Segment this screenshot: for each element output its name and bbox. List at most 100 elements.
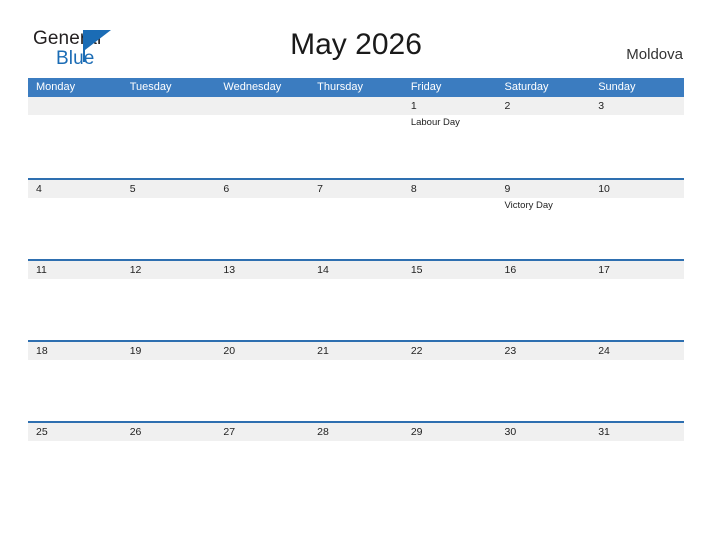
calendar-day-cell[interactable]: 23 [496,342,591,421]
calendar-day-cell[interactable]: 6 [215,180,310,259]
day-number: 4 [36,183,42,195]
day-number-band [28,97,122,115]
day-number: 23 [504,345,517,357]
weekday-header-thursday: Thursday [317,81,363,93]
day-number-band [215,180,310,198]
day-number: 24 [598,345,610,357]
calendar-day-cell-empty [309,97,403,176]
calendar-week-row: 25 26 27 28 29 30 31 [28,421,684,502]
day-number: 29 [410,426,423,438]
weekday-header-tuesday: Tuesday [129,81,172,93]
day-number: 31 [598,426,610,438]
calendar-day-cell[interactable]: 3 [590,97,684,176]
calendar-day-cell[interactable]: 21 [309,342,403,421]
day-number-band [402,97,497,115]
calendar-week-row: 4 5 6 7 8 9 Victory Day 10 [28,178,684,259]
day-number: 22 [410,345,423,357]
holiday-event-label: Labour Day [410,117,460,128]
day-number: 17 [598,264,610,276]
day-number-band [121,97,216,115]
calendar-week-cells: 18 19 20 21 22 23 24 [28,342,684,421]
day-number: 30 [504,426,517,438]
weekday-header-row: Monday Tuesday Wednesday Thursday Friday… [28,78,684,97]
calendar-week-cells: 25 26 27 28 29 30 31 [28,423,684,502]
calendar-day-cell[interactable]: 27 [215,423,310,502]
calendar-grid: Monday Tuesday Wednesday Thursday Friday… [28,78,684,502]
calendar-day-cell-empty [121,97,216,176]
calendar-day-cell[interactable]: 16 [496,261,591,340]
weekday-header-monday: Monday [36,81,76,93]
calendar-day-cell[interactable]: 12 [121,261,216,340]
day-number: 1 [410,100,417,112]
calendar-day-cell[interactable]: 10 [590,180,684,259]
day-number: 9 [504,183,511,195]
calendar-weeks: 1 Labour Day 2 3 4 5 6 7 8 9 Victory Day 10 11 12 13 14… [28,97,684,502]
calendar-week-cells: 1 Labour Day 2 3 [28,97,684,176]
calendar-day-cell[interactable]: 5 [121,180,216,259]
day-number-band [496,97,591,115]
day-number: 8 [410,183,417,195]
calendar-week-row: 1 Labour Day 2 3 [28,97,684,178]
day-number-band [309,180,403,198]
day-number: 12 [129,264,142,276]
calendar-week-row: 11 12 13 14 15 16 17 [28,259,684,340]
day-number: 6 [223,183,230,195]
calendar-page: General Blue May 2026 Moldova Monday Tue… [0,0,712,550]
calendar-day-cell[interactable]: 14 [309,261,403,340]
calendar-day-cell[interactable]: 25 [28,423,122,502]
day-number-band [121,180,216,198]
calendar-day-cell-empty [28,97,122,176]
day-number-band [590,97,684,115]
day-number: 14 [317,264,329,276]
calendar-day-cell[interactable]: 11 [28,261,122,340]
calendar-day-cell[interactable]: 15 [402,261,497,340]
calendar-day-cell[interactable]: 29 [402,423,497,502]
holiday-event-label: Victory Day [504,200,553,211]
weekday-header-wednesday: Wednesday [223,81,282,93]
day-number: 18 [36,345,48,357]
calendar-day-cell[interactable]: 28 [309,423,403,502]
weekday-header-friday: Friday [410,81,442,93]
calendar-week-cells: 11 12 13 14 15 16 17 [28,261,684,340]
day-number: 5 [129,183,136,195]
calendar-day-cell[interactable]: 13 [215,261,310,340]
day-number-band [402,180,497,198]
calendar-day-cell[interactable]: 9 Victory Day [496,180,591,259]
calendar-day-cell[interactable]: 20 [215,342,310,421]
weekday-header-sunday: Sunday [598,81,636,93]
calendar-day-cell[interactable]: 18 [28,342,122,421]
calendar-day-cell[interactable]: 30 [496,423,591,502]
calendar-week-row: 18 19 20 21 22 23 24 [28,340,684,421]
calendar-week-cells: 4 5 6 7 8 9 Victory Day 10 [28,180,684,259]
day-number: 26 [129,426,142,438]
day-number: 16 [504,264,517,276]
day-number: 11 [36,264,47,276]
day-number-band [496,180,591,198]
calendar-day-cell[interactable]: 22 [402,342,497,421]
calendar-day-cell[interactable]: 24 [590,342,684,421]
calendar-day-cell[interactable]: 1 Labour Day [402,97,497,176]
calendar-day-cell[interactable]: 19 [121,342,216,421]
day-events: Victory Day [505,199,588,212]
day-number: 20 [223,345,236,357]
calendar-day-cell[interactable]: 8 [402,180,497,259]
weekday-header-saturday: Saturday [504,81,549,93]
calendar-day-cell[interactable]: 17 [590,261,684,340]
calendar-day-cell[interactable]: 7 [309,180,403,259]
country-label: Moldova [626,46,683,63]
day-number: 27 [223,426,236,438]
day-number: 28 [317,426,329,438]
day-number-band [309,97,403,115]
calendar-day-cell[interactable]: 26 [121,423,216,502]
calendar-day-cell[interactable]: 4 [28,180,122,259]
day-number: 19 [129,345,142,357]
calendar-day-cell[interactable]: 31 [590,423,684,502]
calendar-day-cell[interactable]: 2 [496,97,591,176]
day-events: Labour Day [411,116,494,129]
page-header: General Blue May 2026 Moldova [0,0,712,76]
day-number: 7 [317,183,323,195]
day-number: 21 [317,345,329,357]
calendar-day-cell-empty [215,97,310,176]
day-number: 10 [598,183,610,195]
day-number: 25 [36,426,48,438]
